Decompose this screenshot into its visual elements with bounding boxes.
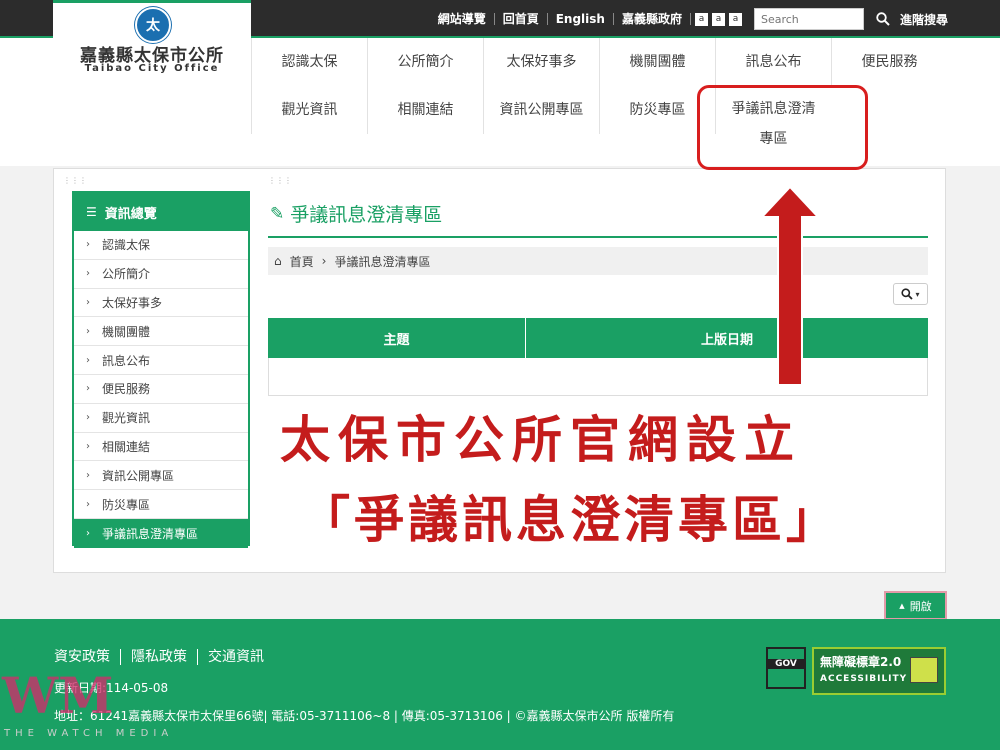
sidebar-item-label: 公所簡介 (102, 267, 151, 282)
sidebar-heading: ☰ 資訊總覽 (74, 193, 248, 231)
search-icon[interactable] (870, 12, 896, 26)
breadcrumb: ⌂ 首頁 › 爭議訊息澄清專區 (268, 247, 928, 275)
footer-link-privacy[interactable]: 隱私政策 (121, 649, 198, 665)
sidebar-item[interactable]: › 相關連結 (74, 433, 248, 462)
data-table: 主題 上版日期 (268, 318, 928, 396)
sidebar-item-label: 觀光資訊 (102, 411, 151, 426)
sidebar-item[interactable]: › 認識太保 (74, 231, 248, 260)
chevron-down-icon: ▾ (915, 289, 920, 299)
breadcrumb-separator-icon: › (321, 254, 327, 268)
chevron-right-icon: › (86, 354, 90, 366)
sidebar-item-active[interactable]: › 爭議訊息澄清專區 (74, 518, 248, 548)
watermark-text: THE WATCH MEDIA (4, 728, 174, 739)
title-divider (268, 236, 928, 238)
sidebar-item[interactable]: › 觀光資訊 (74, 404, 248, 433)
chevron-right-icon: › (86, 498, 90, 510)
sidebar-item-label: 相關連結 (102, 439, 151, 454)
table-search-button[interactable]: ▾ (893, 283, 928, 305)
page-title-text: 爭議訊息澄清專區 (290, 204, 443, 226)
chevron-right-icon: › (86, 469, 90, 481)
office-english-name: Taibao City Office (84, 63, 220, 74)
nav-item[interactable]: 機關團體 (599, 38, 715, 86)
advanced-search-link[interactable]: 進階搜尋 (900, 11, 948, 28)
caret-up-icon: ▲ (899, 601, 905, 610)
search-input[interactable] (753, 8, 864, 30)
breadcrumb-home[interactable]: 首頁 (290, 253, 314, 270)
table-header: 主題 上版日期 (268, 318, 928, 358)
sidebar-item[interactable]: › 機關團體 (74, 317, 248, 347)
top-links: 網站導覽 回首頁 English 嘉義縣政府 a a a 進階搜尋 (430, 0, 948, 38)
sidebar-item[interactable]: › 公所簡介 (74, 260, 248, 289)
drag-handle-icon: ⋮⋮⋮ (268, 176, 292, 185)
annotation-line-1: 太保市公所官網設立 (280, 411, 802, 469)
chevron-right-icon: › (86, 296, 90, 308)
font-large-button[interactable]: a (728, 12, 742, 26)
sidebar-item-label: 機關團體 (102, 324, 151, 339)
sidebar-item-label: 防災專區 (102, 497, 151, 512)
nav-item[interactable]: 太保好事多 (483, 38, 599, 86)
nav-item[interactable]: 相關連結 (367, 86, 483, 134)
nav-item[interactable]: 便民服務 (831, 38, 947, 86)
chevron-right-icon: › (86, 527, 90, 539)
sidebar-item-label: 太保好事多 (102, 295, 163, 310)
sidebar-item[interactable]: › 防災專區 (74, 490, 248, 519)
chevron-right-icon: › (86, 412, 90, 424)
accessibility-badge[interactable]: 無障礙標章2.0 ACCESSIBILITY (812, 647, 946, 695)
search-icon (901, 288, 914, 300)
sidebar-item-label: 資訊公開專區 (102, 468, 175, 483)
chevron-right-icon: › (86, 239, 90, 251)
chevron-right-icon: › (86, 440, 90, 452)
site-logo[interactable]: 太 嘉義縣太保市公所 Taibao City Office (53, 0, 251, 82)
up-arrow-icon (760, 185, 820, 386)
drag-handle-icon: ⋮⋮⋮ (63, 176, 87, 185)
watermark-logo: WM (2, 666, 114, 725)
accessibility-grid-icon (910, 657, 938, 683)
city-emblem-icon: 太 (135, 7, 171, 43)
home-link[interactable]: 回首頁 (495, 13, 548, 25)
nav-item[interactable]: 公所簡介 (367, 38, 483, 86)
sidebar-item[interactable]: › 太保好事多 (74, 289, 248, 318)
home-icon: ⌂ (274, 254, 282, 268)
sidebar-item-label: 便民服務 (102, 382, 151, 397)
sidebar-item-label: 爭議訊息澄清專區 (102, 526, 199, 541)
footer-links: 資安政策 隱私政策 交通資訊 (54, 649, 274, 665)
chevron-right-icon: › (86, 325, 90, 337)
footer-link-security[interactable]: 資安政策 (54, 649, 121, 665)
table-body (268, 358, 928, 396)
highlight-box (697, 85, 868, 170)
annotation-line-2: 「爭議訊息澄清專區」 (300, 491, 840, 549)
page-title: ✎ 爭議訊息澄清專區 (270, 200, 442, 227)
font-size-controls: a a a (694, 12, 742, 26)
sidebar-item-label: 訊息公布 (102, 353, 151, 368)
footer-link-traffic[interactable]: 交通資訊 (198, 649, 274, 665)
nav-item[interactable]: 認識太保 (251, 38, 367, 86)
sitemap-link[interactable]: 網站導覽 (430, 13, 495, 25)
font-medium-button[interactable]: a (711, 12, 725, 26)
sidebar: ☰ 資訊總覽 › 認識太保 › 公所簡介 › 太保好事多 › 機關團體 › 訊息公布 › 便… (72, 191, 250, 548)
county-gov-link[interactable]: 嘉義縣政府 (614, 13, 691, 25)
english-link[interactable]: English (548, 13, 614, 25)
column-header-topic[interactable]: 主題 (268, 318, 526, 358)
gov-badge-text: GOV (768, 659, 804, 669)
sidebar-item[interactable]: › 資訊公開專區 (74, 461, 248, 491)
footer-address: 地址：61241嘉義縣太保市太保里66號| 電話:05-3711106~8 | … (54, 709, 675, 723)
breadcrumb-current: 爭議訊息澄清專區 (334, 254, 431, 269)
font-small-button[interactable]: a (694, 12, 708, 26)
column-header-date[interactable]: 上版日期 (526, 318, 928, 358)
menu-icon: ☰ (86, 205, 97, 219)
pencil-icon: ✎ (270, 203, 285, 224)
sidebar-item[interactable]: › 便民服務 (74, 375, 248, 404)
sidebar-item[interactable]: › 訊息公布 (74, 346, 248, 375)
nav-item[interactable]: 觀光資訊 (251, 86, 367, 134)
nav-item[interactable]: 訊息公布 (715, 38, 831, 86)
gov-badge-icon[interactable]: GOV (766, 647, 806, 689)
sidebar-heading-label: 資訊總覽 (104, 206, 157, 222)
open-button-label: 開啟 (909, 599, 932, 613)
chevron-right-icon: › (86, 383, 90, 395)
chevron-right-icon: › (86, 268, 90, 280)
nav-item[interactable]: 資訊公開專區 (483, 86, 599, 134)
open-button[interactable]: ▲ 開啟 (884, 591, 947, 620)
sidebar-item-label: 認識太保 (102, 238, 151, 253)
